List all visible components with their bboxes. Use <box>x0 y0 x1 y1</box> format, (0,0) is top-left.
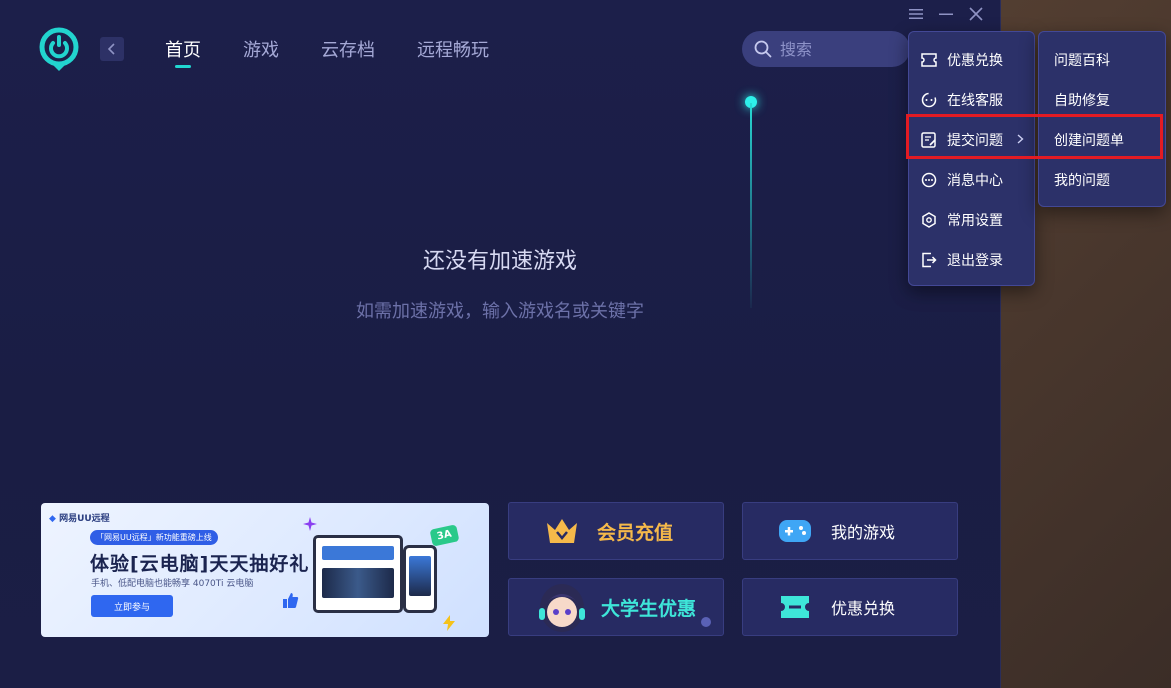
search-icon <box>754 40 772 58</box>
menu-item-messages[interactable]: 消息中心 <box>909 160 1034 200</box>
minimize-icon[interactable] <box>936 6 956 22</box>
vip-recharge-label: 会员充值 <box>597 521 674 544</box>
app-logo-icon <box>38 26 80 72</box>
my-games-card[interactable]: 我的游戏 <box>742 502 958 560</box>
banner-pill: 「网易UU远程」新功能重磅上线 <box>90 530 218 545</box>
submit-issue-submenu: 问题百科 自助修复 创建问题单 我的问题 <box>1038 31 1166 207</box>
chevron-right-icon <box>1017 133 1024 148</box>
banner-headline: 体验[云电脑]天天抽好礼 <box>90 553 310 575</box>
back-button[interactable] <box>100 37 124 61</box>
thumbs-up-icon <box>283 593 299 608</box>
menu-item-label: 提交问题 <box>947 133 1003 149</box>
my-games-label: 我的游戏 <box>831 523 896 542</box>
tab-games[interactable]: 游戏 <box>243 36 279 62</box>
banner-cta-button[interactable]: 立即参与 <box>91 595 173 617</box>
tab-home[interactable]: 首页 <box>165 36 201 62</box>
menu-item-redeem[interactable]: 优惠兑换 <box>909 40 1034 80</box>
mascot-avatar <box>537 579 587 635</box>
menu-item-label: 在线客服 <box>947 93 1003 109</box>
menu-icon[interactable] <box>906 6 926 22</box>
logout-icon <box>922 252 937 268</box>
crown-icon <box>547 519 577 543</box>
redeem-label: 优惠兑换 <box>831 599 896 618</box>
empty-state-subtitle: 如需加速游戏，输入游戏名或关键字 <box>356 301 644 322</box>
menu-item-label: 常用设置 <box>947 213 1003 229</box>
lightning-icon <box>443 615 455 631</box>
student-discount-card[interactable]: 大学生优惠 <box>508 578 724 636</box>
sparkle-icon <box>303 517 317 531</box>
promo-banner[interactable]: ◆ 网易UU远程 「网易UU远程」新功能重磅上线 体验[云电脑]天天抽好礼 手机… <box>41 503 489 637</box>
tab-remote-play[interactable]: 远程畅玩 <box>417 36 489 62</box>
search-input[interactable] <box>778 38 902 60</box>
message-icon <box>921 172 937 188</box>
student-discount-label: 大学生优惠 <box>601 597 697 620</box>
submenu-item-label: 创建问题单 <box>1054 133 1124 149</box>
banner-subline: 手机、低配电脑也能畅享 4070Ti 云电脑 <box>91 579 254 589</box>
main-dropdown-menu: 优惠兑换 在线客服 提交问题 消息中心 常用设置 退出登录 <box>908 31 1035 286</box>
badge-3a: 3A <box>429 524 460 547</box>
chevron-left-icon <box>107 43 115 55</box>
menu-item-submit-issue[interactable]: 提交问题 <box>909 120 1034 160</box>
decor-dot <box>701 617 711 627</box>
search-box[interactable] <box>742 31 910 67</box>
submenu-item-label: 我的问题 <box>1054 173 1110 189</box>
vip-recharge-card[interactable]: 会员充值 <box>508 502 724 560</box>
menu-item-label: 消息中心 <box>947 173 1003 189</box>
menu-item-label: 退出登录 <box>947 253 1003 269</box>
tab-cloud-save[interactable]: 云存档 <box>321 36 375 62</box>
timeline-line <box>750 103 752 308</box>
edit-icon <box>921 132 936 148</box>
submenu-item-my-issues[interactable]: 我的问题 <box>1039 160 1165 200</box>
submenu-item-label: 自助修复 <box>1054 93 1110 109</box>
redeem-card[interactable]: 优惠兑换 <box>742 578 958 636</box>
banner-brand: ◆ 网易UU远程 <box>49 514 110 524</box>
main-nav: 首页 游戏 云存档 远程畅玩 <box>165 36 489 62</box>
empty-state-title: 还没有加速游戏 <box>422 249 577 274</box>
gamepad-icon <box>779 520 811 542</box>
support-icon <box>921 92 937 108</box>
menu-item-logout[interactable]: 退出登录 <box>909 240 1034 280</box>
app-window: 首页 游戏 云存档 远程畅玩 还没有加速游戏 如需加速游戏，输入游戏名或关键字 … <box>0 0 1001 688</box>
menu-item-settings[interactable]: 常用设置 <box>909 200 1034 240</box>
menu-item-label: 优惠兑换 <box>947 53 1003 69</box>
submenu-item-label: 问题百科 <box>1054 53 1110 69</box>
window-controls <box>906 6 986 22</box>
device-mockup <box>313 535 403 613</box>
settings-icon <box>922 212 936 228</box>
close-icon[interactable] <box>966 6 986 22</box>
menu-item-support[interactable]: 在线客服 <box>909 80 1034 120</box>
phone-mockup <box>403 545 437 613</box>
submenu-item-self-repair[interactable]: 自助修复 <box>1039 80 1165 120</box>
submenu-item-faq[interactable]: 问题百科 <box>1039 40 1165 80</box>
ticket-icon <box>921 53 937 67</box>
ticket-icon <box>781 596 809 618</box>
submenu-item-create-ticket[interactable]: 创建问题单 <box>1039 120 1165 160</box>
